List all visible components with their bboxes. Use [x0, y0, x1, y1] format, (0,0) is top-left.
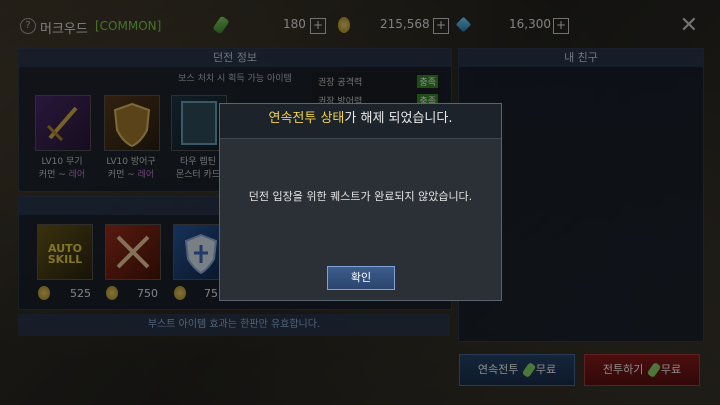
ok-button[interactable]: 확인 — [327, 266, 395, 290]
alert-message: 던전 입장을 위한 퀘스트가 완료되지 않았습니다. — [248, 190, 473, 203]
alert-title: 연속전투 상태가 해제 되었습니다. — [220, 104, 501, 139]
alert-dialog: 연속전투 상태가 해제 되었습니다. 던전 입장을 위한 퀘스트가 완료되지 않… — [219, 103, 502, 301]
